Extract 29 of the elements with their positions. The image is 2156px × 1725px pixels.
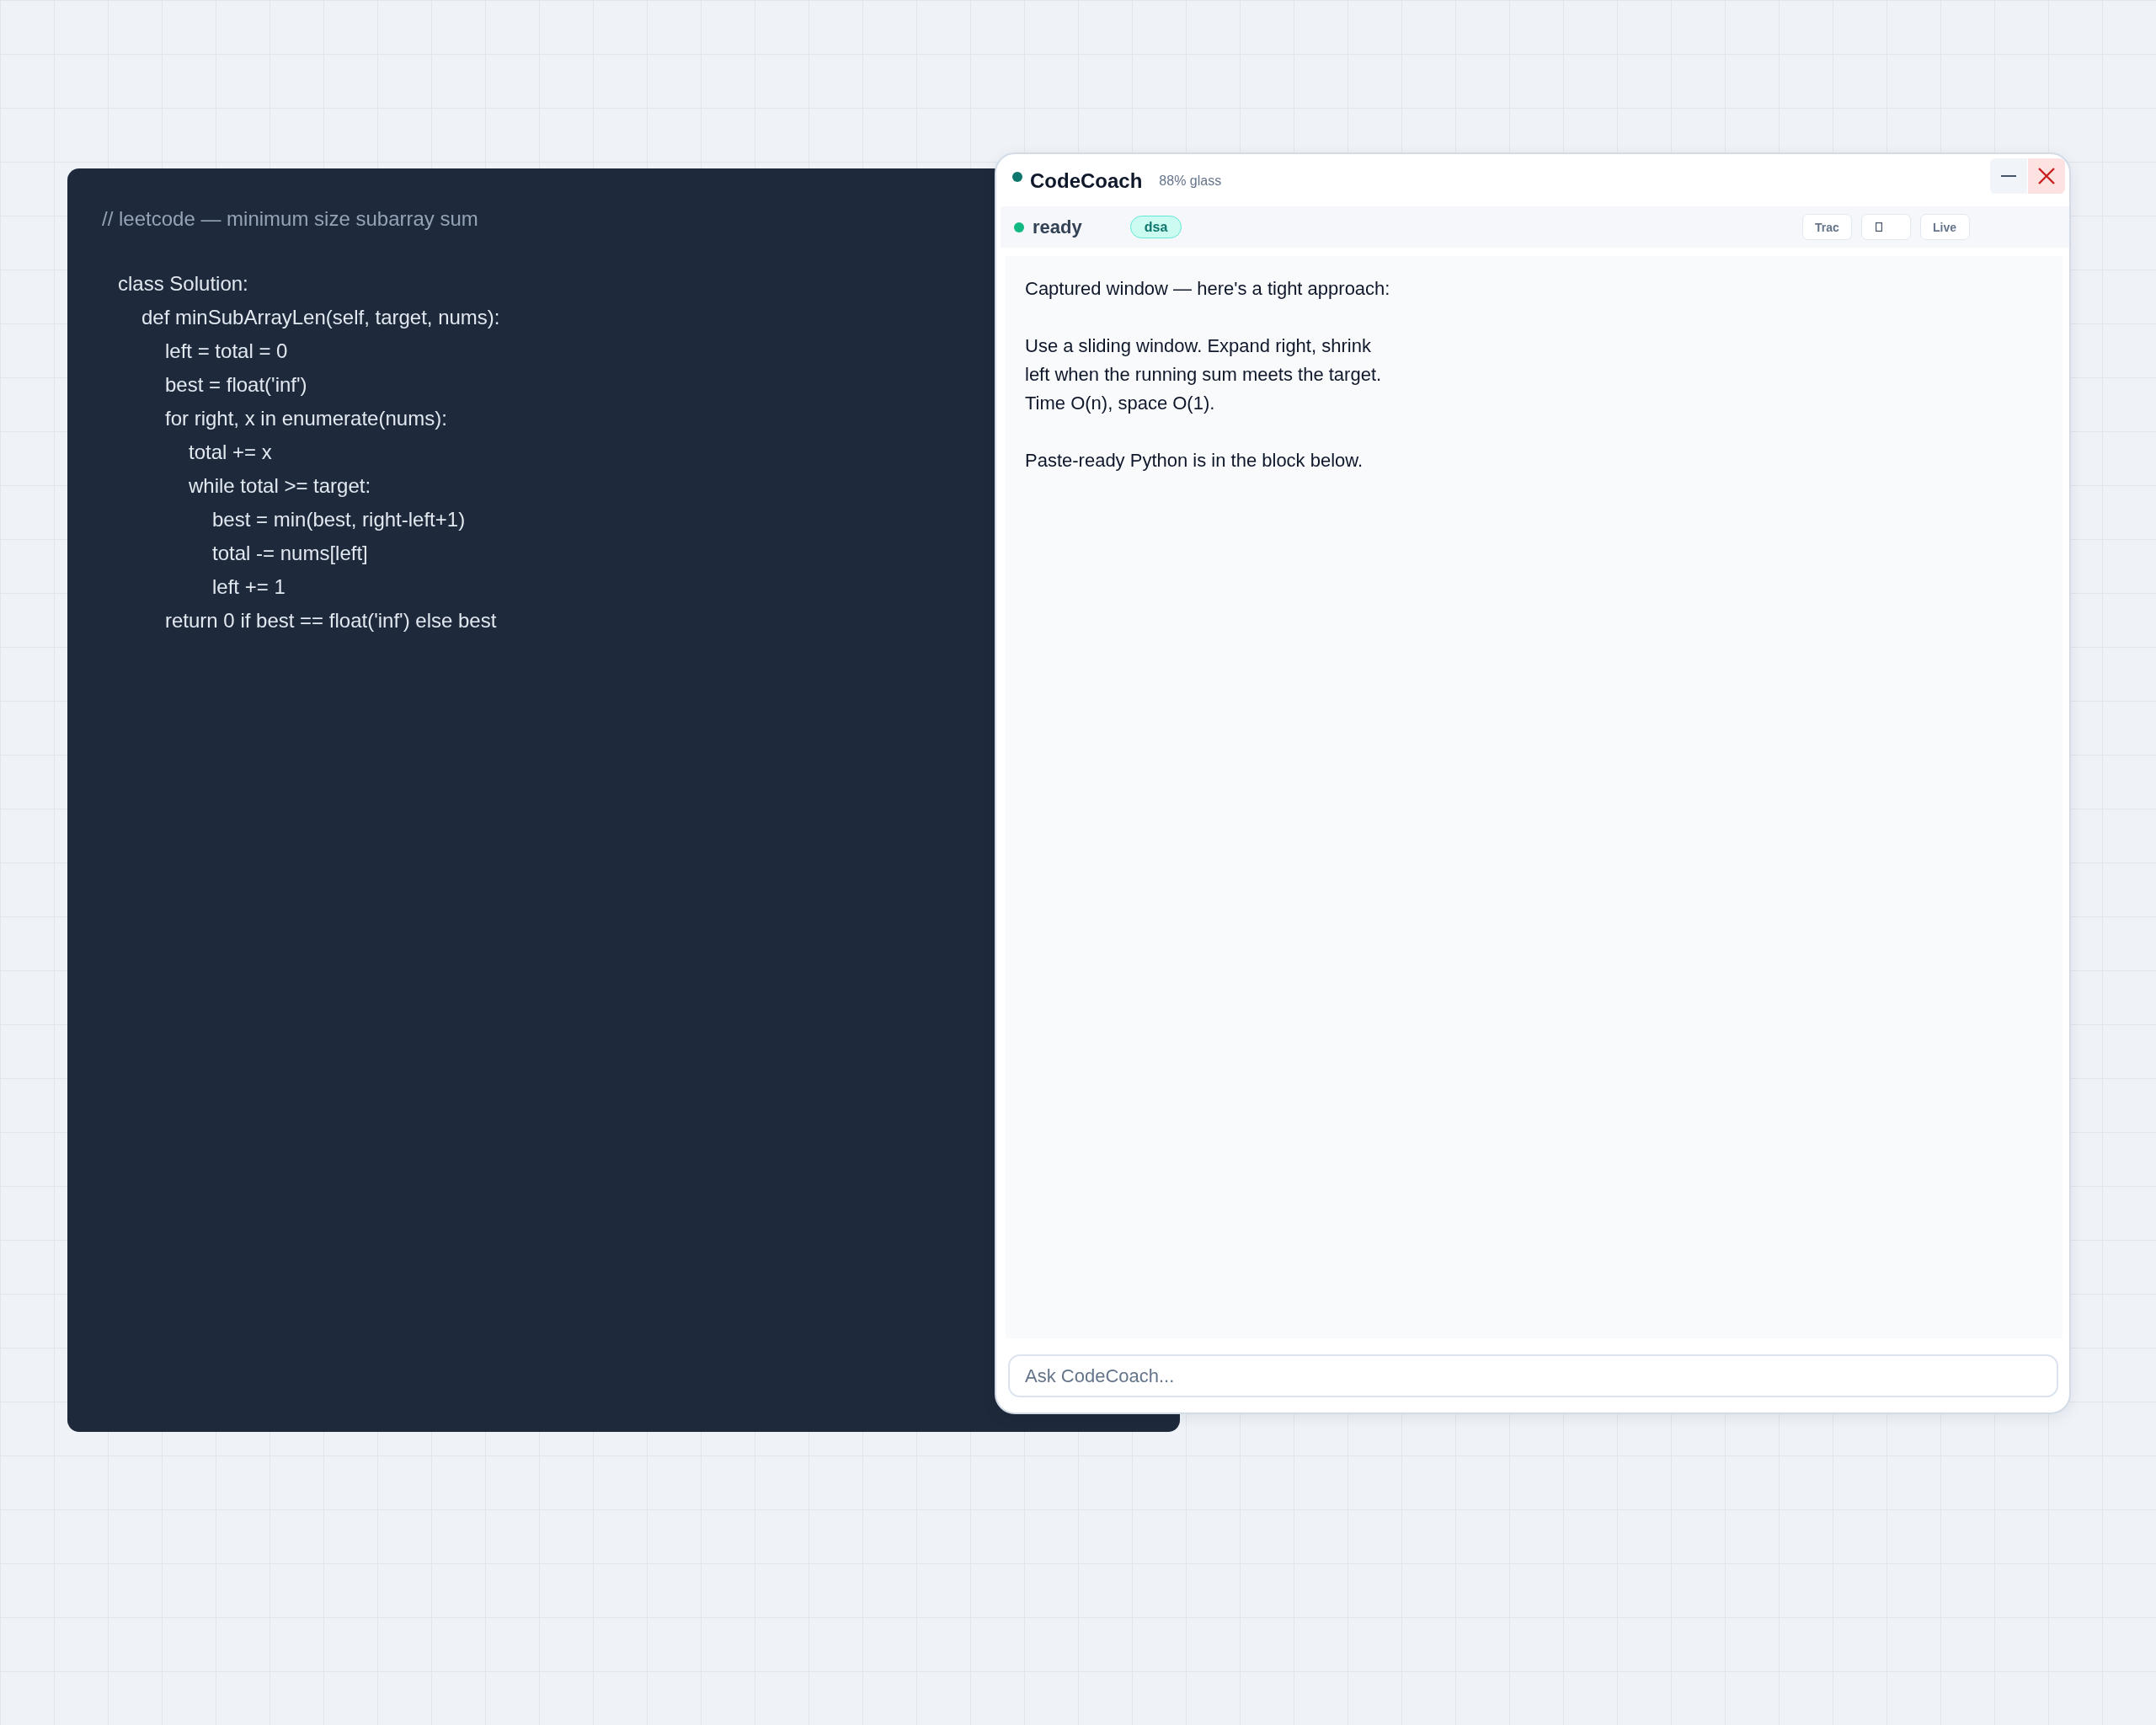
- code-line: def minSubArrayLen(self, target, nums):: [141, 305, 500, 330]
- message-text: Paste-ready Python is in the block below.: [1025, 449, 1364, 473]
- opacity-label: 88% glass: [1159, 174, 1222, 189]
- topic-tag: dsa: [1130, 216, 1182, 238]
- toolbar-button[interactable]: Live: [1920, 214, 1970, 240]
- close-button[interactable]: [2028, 158, 2065, 194]
- message-text: Use a sliding window. Expand right, shrink left when the running sum meets the target. Time O(n), space O(1).: [1025, 334, 1382, 415]
- message-text: Captured window — here's a tight approach:: [1025, 277, 1390, 301]
- status-dot-icon: [1014, 222, 1024, 232]
- code-line: left += 1: [212, 574, 286, 600]
- minimize-icon: [2001, 175, 2016, 177]
- code-line: best = float('inf'): [165, 372, 307, 398]
- code-line: return 0 if best == float('inf') else best: [165, 608, 497, 633]
- code-line: while total >= target:: [189, 473, 371, 499]
- code-line: class Solution:: [118, 271, 248, 296]
- window-title: CodeCoach: [1030, 169, 1143, 193]
- rectangle-icon: [1876, 222, 1882, 232]
- code-comment: // leetcode — minimum size subarray sum: [102, 206, 478, 232]
- code-line: total += x: [189, 440, 272, 465]
- ask-input[interactable]: Ask CodeCoach...: [1008, 1354, 2058, 1397]
- close-icon: [2038, 168, 2055, 184]
- toolbar-button[interactable]: [1861, 214, 1911, 240]
- code-line: best = min(best, right-left+1): [212, 507, 466, 532]
- code-line: total -= nums[left]: [212, 541, 368, 566]
- code-line: left = total = 0: [165, 339, 288, 364]
- dot-icon: [1012, 172, 1022, 182]
- code-line: for right, x in enumerate(nums):: [165, 406, 447, 431]
- status-label: ready: [1033, 216, 1083, 238]
- toolbar-button[interactable]: Trac: [1802, 214, 1852, 240]
